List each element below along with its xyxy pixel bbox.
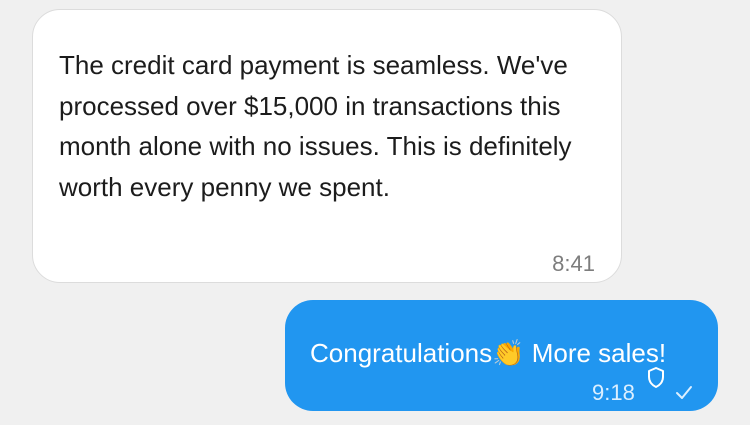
outgoing-message-bubble[interactable]: Congratulations👏 More sales! 9:18 <box>285 300 718 411</box>
outgoing-message-time: 9:18 <box>592 380 635 405</box>
incoming-message-text: The credit card payment is seamless. We'… <box>59 50 572 202</box>
outgoing-text-part: More sales! <box>524 338 667 368</box>
incoming-message-bubble[interactable]: The credit card payment is seamless. We'… <box>32 9 622 283</box>
shield-icon <box>648 367 664 388</box>
outgoing-message-text: Congratulations👏 More sales! <box>310 337 666 370</box>
outgoing-text-part: Congratulations <box>310 338 493 368</box>
check-icon <box>676 386 692 399</box>
incoming-message-time: 8:41 <box>552 251 595 276</box>
clapping-hands-emoji: 👏 <box>492 339 525 369</box>
